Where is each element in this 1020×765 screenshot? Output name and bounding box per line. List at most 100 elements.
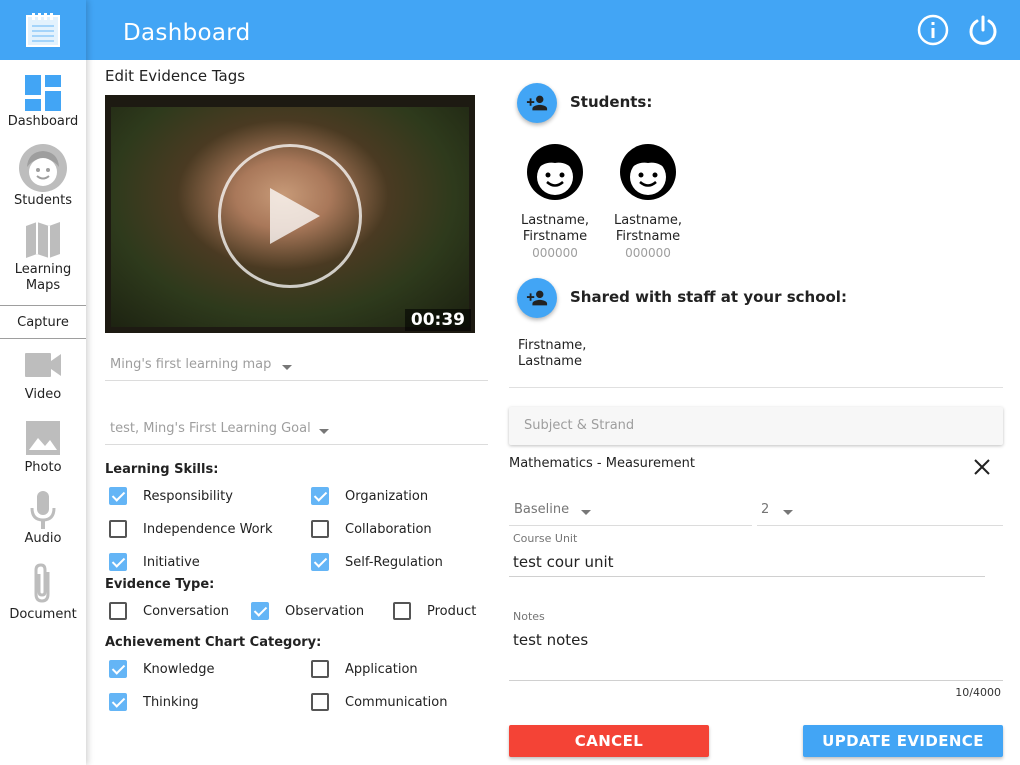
sidebar-item-label: Document — [9, 607, 77, 622]
sidebar-item-students[interactable]: Students — [0, 143, 86, 209]
capture-section-label: Capture — [17, 315, 69, 330]
sidebar-item-learning-maps[interactable]: Learning Maps — [0, 220, 86, 294]
student-face-icon — [527, 144, 583, 200]
sidebar-item-label: Video — [24, 387, 62, 402]
checkbox-label: Initiative — [143, 554, 200, 570]
sidebar-item-label: Students — [14, 193, 72, 208]
chevron-down-icon — [319, 429, 329, 434]
checkbox-box[interactable] — [109, 660, 127, 678]
divider — [509, 387, 1003, 388]
sidebar-item-audio[interactable]: Audio — [0, 490, 86, 547]
checkbox-communication[interactable]: Communication — [311, 693, 447, 711]
power-icon — [969, 15, 997, 45]
students-label: Students: — [570, 93, 653, 111]
dashboard-icon — [25, 75, 61, 111]
checkbox-box[interactable] — [311, 487, 329, 505]
checkbox-label: Knowledge — [143, 661, 215, 677]
notepad-icon — [26, 13, 60, 47]
staff-name: Firstname, Lastname — [518, 338, 587, 369]
notes-character-counter: 10/4000 — [955, 686, 1001, 699]
chevron-down-icon — [783, 510, 793, 515]
checkbox-observation[interactable]: Observation — [251, 602, 364, 620]
checkbox-label: Application — [345, 661, 418, 677]
input-underline — [509, 576, 985, 577]
student-id: 000000 — [625, 246, 671, 260]
sidebar-item-label: Dashboard — [7, 114, 79, 129]
info-icon — [917, 14, 949, 46]
checkbox-box[interactable] — [251, 602, 269, 620]
student-face-icon — [19, 144, 67, 192]
sidebar-item-label: Audio — [24, 531, 62, 546]
checkbox-box[interactable] — [311, 553, 329, 571]
checkbox-box[interactable] — [109, 602, 127, 620]
student-name: Lastname, Firstname — [613, 213, 683, 244]
learning-map-value: Ming's first learning map — [110, 357, 272, 372]
checkbox-product[interactable]: Product — [393, 602, 476, 620]
sidebar-item-photo[interactable]: Photo — [0, 420, 86, 476]
add-student-button[interactable] — [517, 83, 557, 123]
video-camera-icon — [25, 353, 61, 377]
subject-strand-placeholder: Subject & Strand — [524, 418, 635, 433]
subject-strand-select[interactable]: Subject & Strand — [509, 407, 1003, 445]
chevron-down-icon — [581, 510, 591, 515]
checkbox-box[interactable] — [109, 553, 127, 571]
checkbox-label: Organization — [345, 488, 429, 504]
student-card[interactable]: Lastname, Firstname 000000 — [603, 143, 693, 261]
student-face-icon — [620, 144, 676, 200]
checkbox-self-regulation[interactable]: Self-Regulation — [311, 553, 443, 571]
checkbox-box[interactable] — [311, 520, 329, 538]
play-button[interactable] — [218, 144, 362, 288]
level-select[interactable]: Baseline — [509, 500, 752, 526]
sidebar-item-document[interactable]: Document — [0, 562, 86, 623]
map-icon — [26, 222, 60, 258]
page-title: Dashboard — [123, 20, 251, 46]
info-button[interactable] — [917, 14, 949, 46]
power-button[interactable] — [967, 14, 999, 46]
evidence-type-label: Evidence Type: — [105, 577, 215, 592]
checkbox-label: Responsibility — [143, 488, 233, 504]
checkbox-box[interactable] — [109, 487, 127, 505]
notes-textarea[interactable]: test notes — [513, 631, 588, 649]
section-title: Edit Evidence Tags — [105, 67, 246, 85]
divider — [0, 338, 86, 339]
checkbox-box[interactable] — [109, 693, 127, 711]
checkbox-box[interactable] — [109, 520, 127, 538]
checkbox-organization[interactable]: Organization — [311, 487, 428, 505]
app-logo[interactable] — [0, 0, 86, 60]
checkbox-independence-work[interactable]: Independence Work — [109, 520, 273, 538]
update-evidence-button[interactable]: UPDATE EVIDENCE — [803, 725, 1003, 757]
checkbox-box[interactable] — [393, 602, 411, 620]
checkbox-box[interactable] — [311, 660, 329, 678]
checkbox-box[interactable] — [311, 693, 329, 711]
course-unit-input[interactable]: test cour unit — [513, 553, 614, 571]
checkbox-application[interactable]: Application — [311, 660, 418, 678]
checkbox-initiative[interactable]: Initiative — [109, 553, 200, 571]
checkbox-label: Independence Work — [143, 521, 273, 537]
student-card[interactable]: Lastname, Firstname 000000 — [510, 143, 600, 261]
checkbox-knowledge[interactable]: Knowledge — [109, 660, 214, 678]
checkbox-responsibility[interactable]: Responsibility — [109, 487, 233, 505]
sidebar-item-dashboard[interactable]: Dashboard — [0, 74, 86, 130]
achievement-label: Achievement Chart Category: — [105, 635, 322, 650]
level-value: Baseline — [514, 502, 570, 517]
level-number: 2 — [761, 502, 770, 517]
level-value-select[interactable]: 2 — [757, 500, 1003, 526]
microphone-icon — [30, 491, 56, 529]
sidebar-item-label: Learning Maps — [14, 262, 72, 293]
person-add-icon — [526, 95, 548, 111]
remove-subject-button[interactable] — [972, 457, 992, 477]
checkbox-label: Collaboration — [345, 521, 432, 537]
cancel-button[interactable]: CANCEL — [509, 725, 709, 757]
checkbox-collaboration[interactable]: Collaboration — [311, 520, 432, 538]
input-underline — [509, 680, 1003, 681]
add-staff-button[interactable] — [517, 278, 557, 318]
video-duration: 00:39 — [404, 309, 471, 331]
checkbox-label: Self-Regulation — [345, 554, 443, 570]
learning-goal-select[interactable]: test, Ming's First Learning Goal — [105, 419, 488, 445]
video-player[interactable]: 00:39 — [105, 95, 475, 333]
learning-map-select[interactable]: Ming's first learning map — [105, 355, 488, 381]
learning-goal-value: test, Ming's First Learning Goal — [110, 421, 311, 436]
checkbox-thinking[interactable]: Thinking — [109, 693, 199, 711]
checkbox-conversation[interactable]: Conversation — [109, 602, 229, 620]
sidebar-item-video[interactable]: Video — [0, 350, 86, 403]
